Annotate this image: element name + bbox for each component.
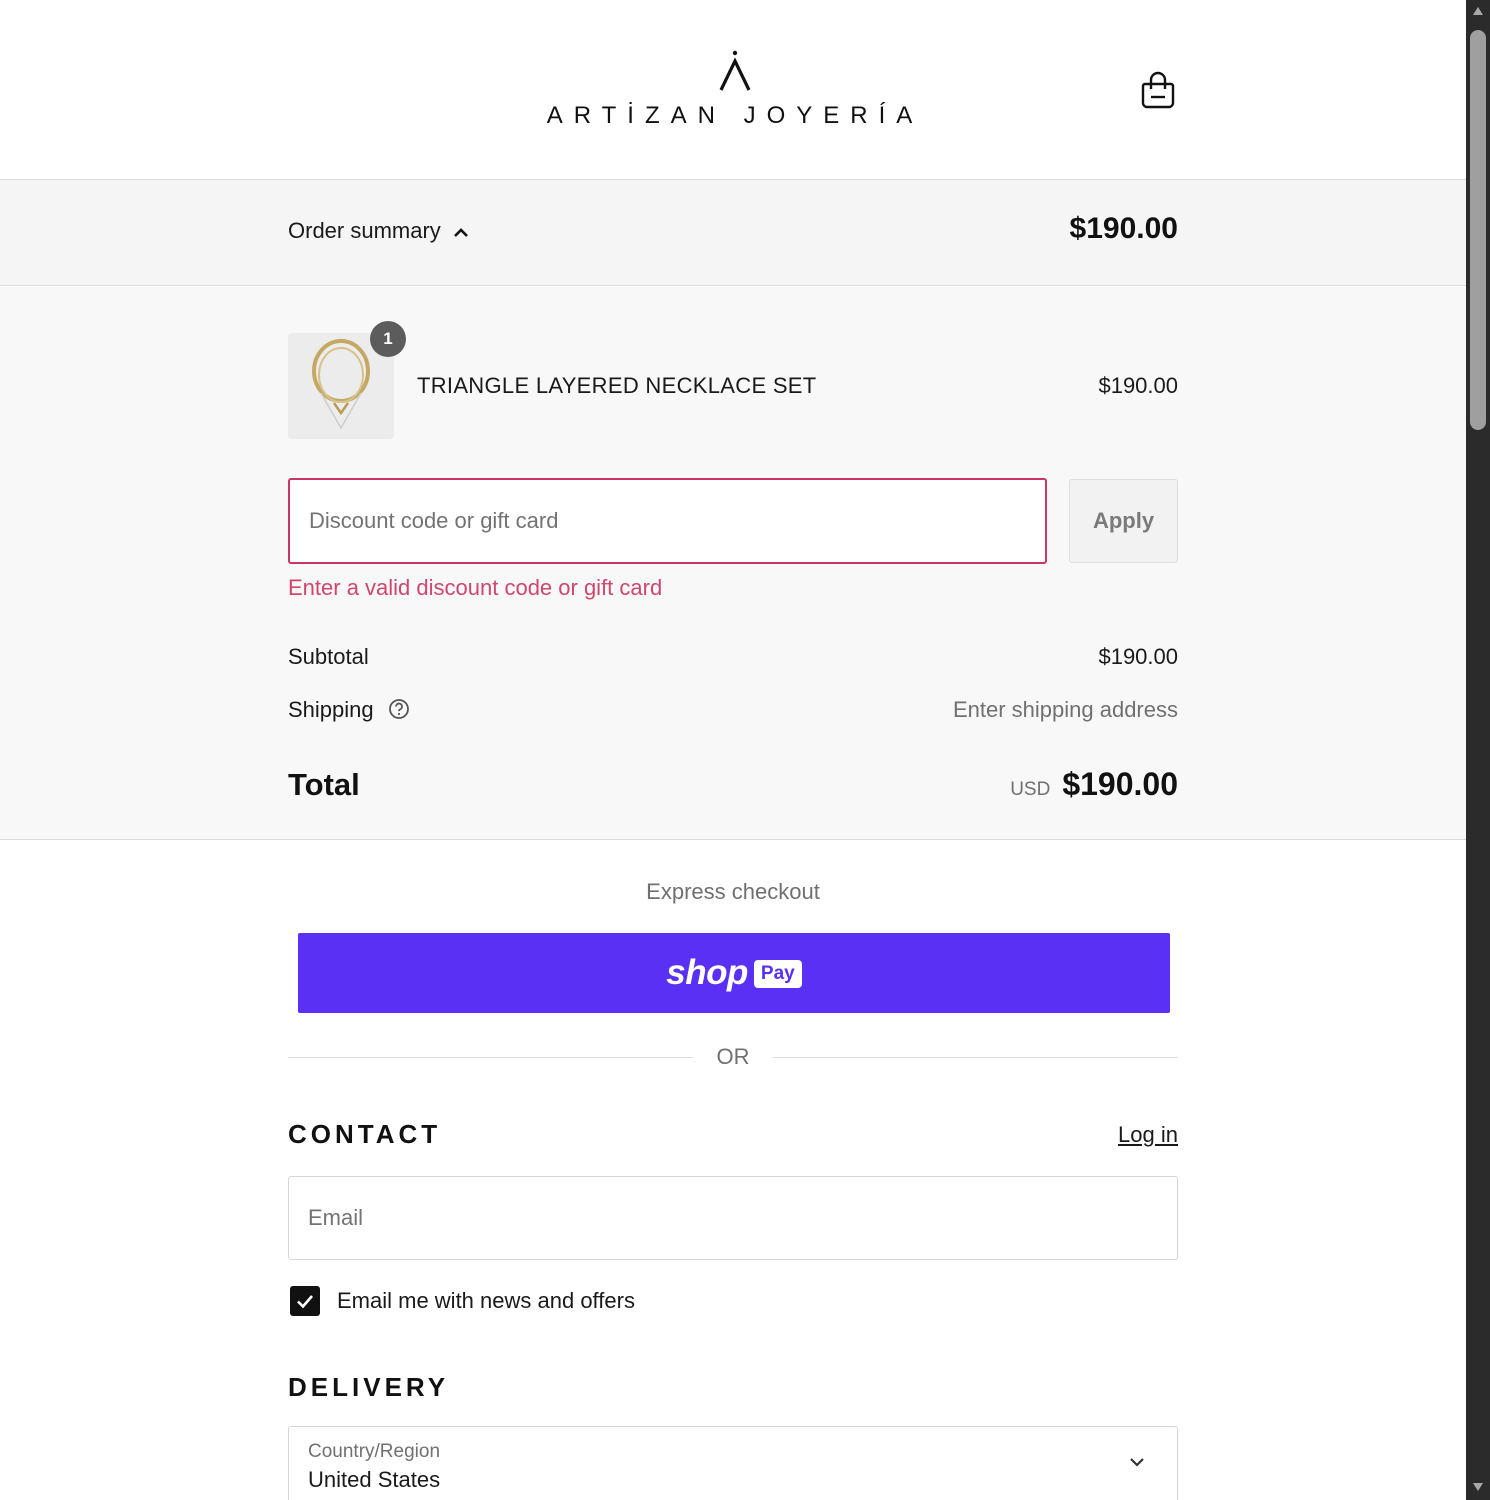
chevron-down-icon: [1130, 1458, 1144, 1467]
chevron-up-icon: [453, 228, 468, 237]
country-region-value: United States: [308, 1467, 441, 1492]
checkout-page: ARTİZAN JOYERÍA Order summary $190.00 1 …: [0, 0, 1466, 1500]
discount-code-input[interactable]: [288, 478, 1047, 564]
page-scrollbar[interactable]: [1466, 0, 1490, 1500]
order-summary-panel: 1 TRIANGLE LAYERED NECKLACE SET $190.00 …: [0, 287, 1466, 840]
shipping-row: Shipping: [288, 697, 410, 723]
shopping-bag-icon[interactable]: [1140, 70, 1176, 110]
scroll-up-arrow-icon[interactable]: [1472, 6, 1484, 16]
scrollbar-thumb[interactable]: [1470, 30, 1486, 430]
site-header: ARTİZAN JOYERÍA: [0, 0, 1466, 180]
total-label: Total: [288, 767, 360, 802]
product-price: $190.00: [1098, 373, 1178, 398]
logo-mark-icon: [719, 50, 751, 91]
order-summary-total: $190.00: [1069, 212, 1178, 245]
newsletter-checkbox[interactable]: [290, 1286, 320, 1316]
delivery-heading: DELIVERY: [288, 1372, 450, 1402]
brand-name: ARTİZAN JOYERÍA: [546, 102, 924, 129]
discount-error-message: Enter a valid discount code or gift card: [288, 575, 663, 600]
help-circle-icon[interactable]: [388, 698, 410, 720]
shop-pay-button[interactable]: shop Pay: [298, 933, 1170, 1013]
newsletter-label[interactable]: Email me with news and offers: [337, 1288, 635, 1314]
log-in-link[interactable]: Log in: [1118, 1122, 1178, 1148]
order-summary-label: Order summary: [288, 218, 441, 243]
quantity-badge: 1: [370, 321, 406, 357]
currency-code: USD: [1010, 779, 1051, 800]
shop-pay-badge: Pay: [753, 960, 802, 988]
express-checkout-label: Express checkout: [646, 879, 820, 904]
order-summary-toggle[interactable]: Order summary: [288, 218, 469, 244]
total-amount: $190.00: [1062, 766, 1178, 802]
shipping-value: Enter shipping address: [952, 697, 1178, 722]
country-region-select[interactable]: Country/Region United States: [288, 1426, 1178, 1500]
subtotal-label: Subtotal: [288, 644, 369, 669]
shop-pay-wordmark: shop: [666, 953, 748, 992]
email-field[interactable]: [288, 1176, 1178, 1260]
order-summary-bar: Order summary $190.00: [0, 180, 1466, 286]
checkmark-icon: [297, 1295, 313, 1309]
apply-discount-button[interactable]: Apply: [1069, 479, 1178, 563]
total-value-group: USD $190.00: [1010, 766, 1178, 803]
scroll-down-arrow-icon[interactable]: [1472, 1482, 1484, 1492]
shipping-label: Shipping: [288, 697, 374, 722]
brand-logo[interactable]: ARTİZAN JOYERÍA: [540, 48, 930, 138]
country-region-caption: Country/Region: [308, 1441, 441, 1462]
product-name: TRIANGLE LAYERED NECKLACE SET: [417, 373, 817, 398]
or-separator: OR: [716, 1044, 750, 1069]
contact-heading: CONTACT: [288, 1119, 442, 1149]
subtotal-value: $190.00: [1098, 644, 1178, 669]
